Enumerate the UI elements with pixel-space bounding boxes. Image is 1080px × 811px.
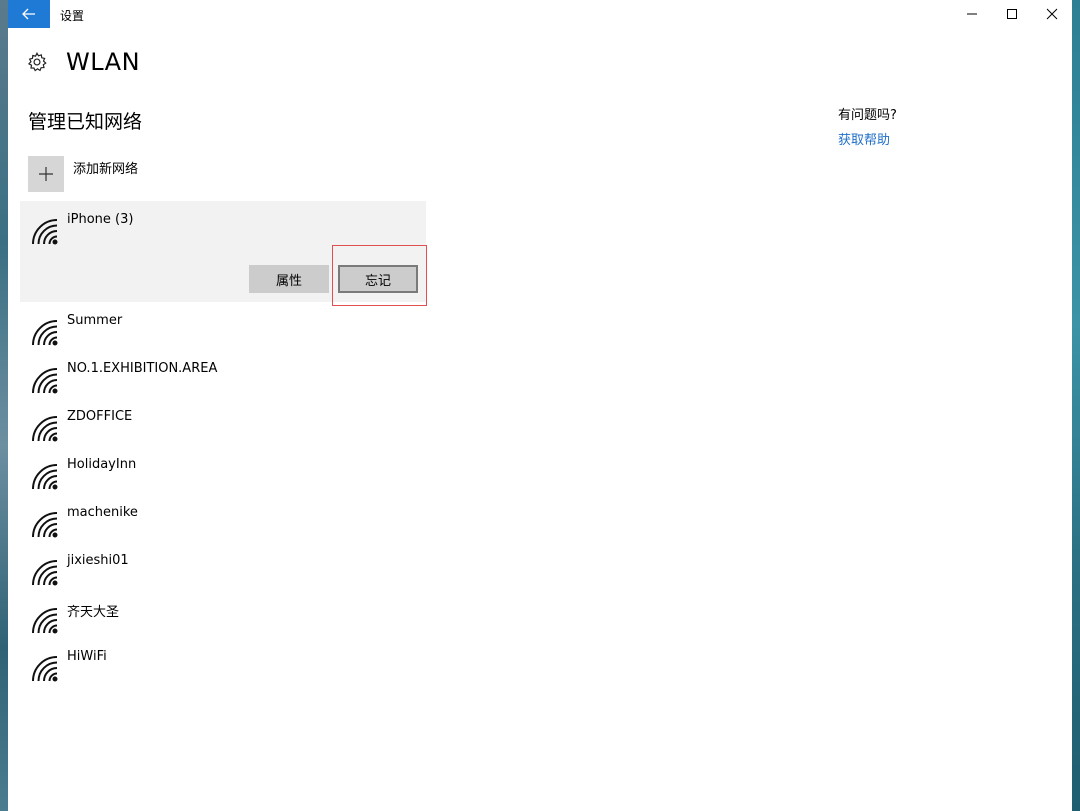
wifi-icon [32,219,58,245]
add-network-tile [28,156,64,192]
back-button[interactable] [8,0,50,28]
wifi-icon [32,368,58,394]
network-name: HiWiFi [67,649,107,664]
network-item-machenike[interactable]: machenike [20,494,426,542]
page-header: WLAN [26,48,140,76]
add-network-button[interactable]: 添加新网络 [28,156,138,192]
network-name: 齐天大圣 [67,605,120,620]
wifi-icon [32,512,58,538]
plus-icon [39,167,53,181]
help-heading: 有问题吗? [838,108,897,123]
network-item-qitiandasheng[interactable]: 齐天大圣 [20,590,426,638]
network-name: NO.1.EXHIBITION.AREA [67,361,218,376]
minimize-button[interactable] [951,0,993,28]
add-network-label: 添加新网络 [73,162,139,177]
desktop-background-right [1072,0,1080,811]
network-name: iPhone (3) [67,212,134,227]
network-item-hiwifi[interactable]: HiWiFi [20,638,426,686]
get-help-link[interactable]: 获取帮助 [838,129,890,148]
settings-window: 设置 WLAN 管理已知网络 添加新网络 iPhone (3) 属性 忘记 Su… [8,0,1072,811]
maximize-icon [1007,9,1017,19]
arrow-left-icon [22,8,35,20]
title-bar: 设置 [8,0,1072,28]
network-item-holidayinn[interactable]: HolidayInn [20,446,426,494]
forget-button[interactable]: 忘记 [338,265,418,293]
close-button[interactable] [1031,0,1073,28]
wifi-icon [32,416,58,442]
properties-button[interactable]: 属性 [249,265,329,293]
wifi-icon [32,320,58,346]
minimize-icon [967,13,977,15]
network-name: machenike [67,505,138,520]
network-name: HolidayInn [67,457,137,472]
wifi-icon [32,560,58,586]
wifi-icon [32,464,58,490]
page-title: WLAN [66,48,141,76]
network-item-jixieshi01[interactable]: jixieshi01 [20,542,426,590]
close-icon [1046,8,1058,20]
wifi-icon [32,656,58,682]
window-title: 设置 [60,9,85,23]
network-item-summer[interactable]: Summer [20,302,426,350]
network-item-exhibition[interactable]: NO.1.EXHIBITION.AREA [20,350,426,398]
network-name: ZDOFFICE [67,409,133,424]
desktop-background-left [0,0,8,811]
network-item-zdoffice[interactable]: ZDOFFICE [20,398,426,446]
wifi-icon [32,608,58,634]
network-name: Summer [67,313,123,328]
network-name: jixieshi01 [67,553,129,568]
section-title: 管理已知网络 [28,111,143,133]
maximize-button[interactable] [991,0,1033,28]
gear-icon [27,52,47,72]
